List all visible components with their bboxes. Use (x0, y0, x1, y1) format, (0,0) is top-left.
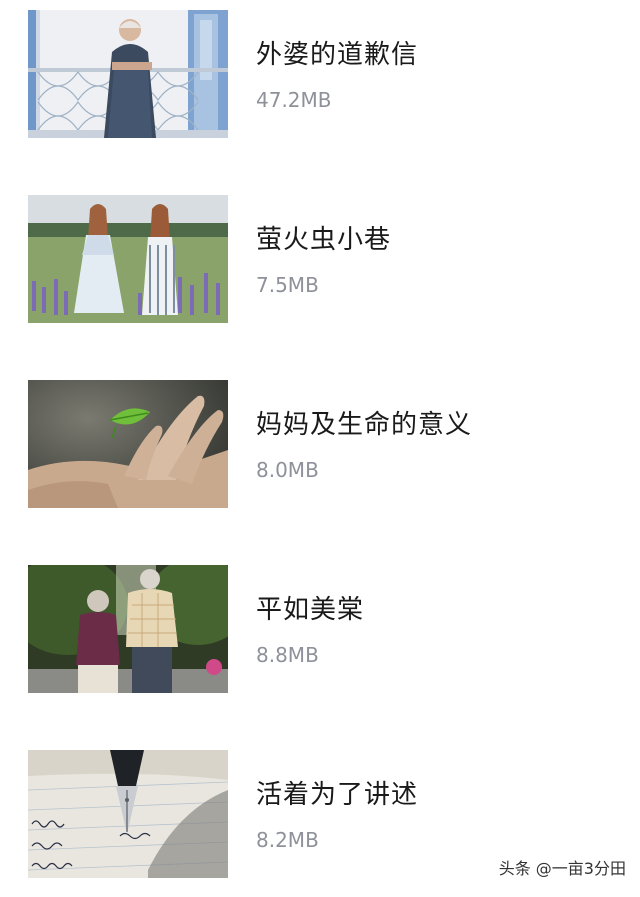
two-girls-lavender-thumbnail[interactable] (28, 195, 228, 323)
elderly-couple-walking-icon (28, 565, 228, 693)
item-title[interactable]: 外婆的道歉信 (256, 34, 418, 71)
hand-leaf-icon (28, 380, 228, 508)
grandmother-balcony-icon (28, 10, 228, 138)
fountain-pen-writing-thumbnail[interactable] (28, 750, 228, 878)
hand-leaf-thumbnail[interactable] (28, 380, 228, 508)
file-size: 8.0MB (256, 458, 319, 482)
list-item-4[interactable]: 平如美棠 8.8MB (0, 565, 640, 695)
item-title[interactable]: 萤火虫小巷 (256, 219, 391, 256)
fountain-pen-writing-icon (28, 750, 228, 878)
file-size: 7.5MB (256, 273, 319, 297)
file-size: 8.8MB (256, 643, 319, 667)
list-item-2[interactable]: 萤火虫小巷 7.5MB (0, 195, 640, 325)
item-title[interactable]: 平如美棠 (256, 589, 364, 626)
item-title[interactable]: 活着为了讲述 (256, 774, 418, 811)
elderly-couple-walking-thumbnail[interactable] (28, 565, 228, 693)
two-girls-lavender-icon (28, 195, 228, 323)
list-item-1[interactable]: 外婆的道歉信 47.2MB (0, 10, 640, 140)
file-size: 8.2MB (256, 828, 319, 852)
item-title[interactable]: 妈妈及生命的意义 (256, 404, 472, 441)
watermark: 头条 @一亩3分田 (498, 859, 626, 878)
grandmother-balcony-thumbnail[interactable] (28, 10, 228, 138)
list-item-3[interactable]: 妈妈及生命的意义 8.0MB (0, 380, 640, 510)
file-size: 47.2MB (256, 88, 332, 112)
